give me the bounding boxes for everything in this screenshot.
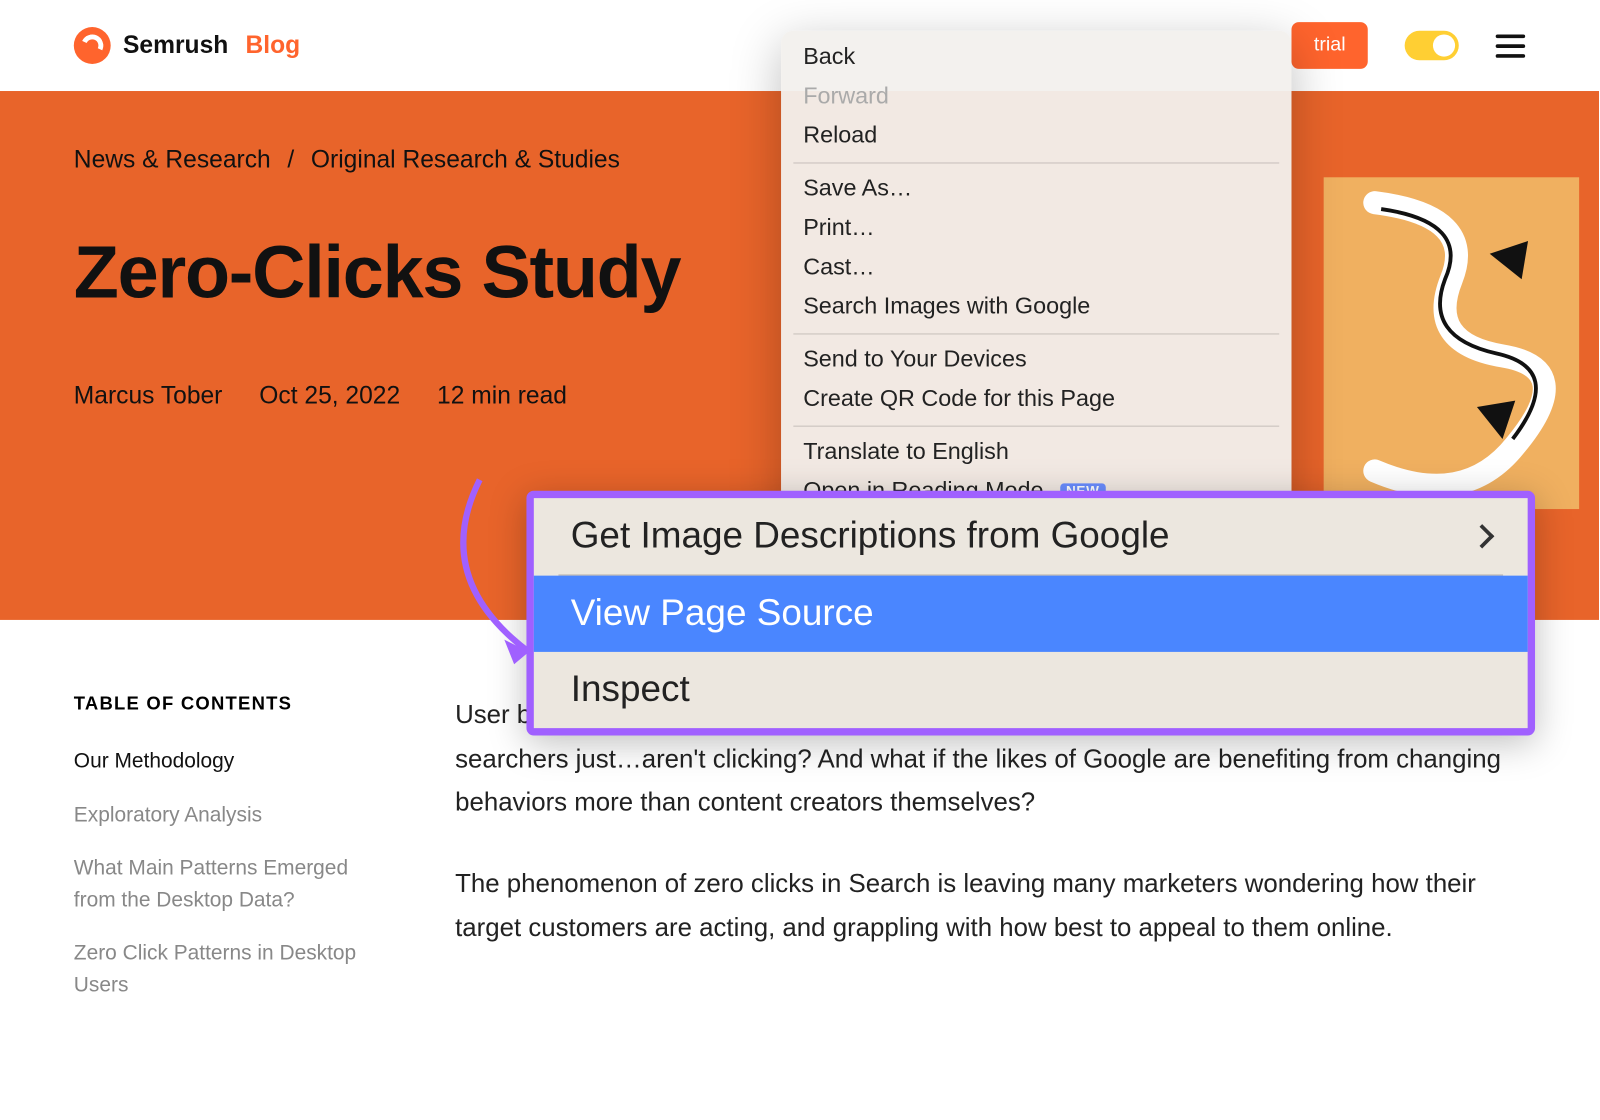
ctx-view-source-label: View Page Source: [571, 593, 874, 635]
toc-title: TABLE OF CONTENTS: [74, 694, 382, 715]
chevron-right-icon: [1470, 524, 1494, 548]
toc-item[interactable]: Zero Click Patterns in Desktop Users: [74, 937, 382, 1000]
toc-item[interactable]: Exploratory Analysis: [74, 799, 382, 830]
ctx-qr-code[interactable]: Create QR Code for this Page: [781, 380, 1291, 419]
ctx-inspect[interactable]: Inspect: [534, 652, 1528, 728]
ctx-separator: [793, 333, 1279, 334]
toc-item[interactable]: What Main Patterns Emerged from the Desk…: [74, 852, 382, 915]
menu-icon[interactable]: [1496, 34, 1526, 57]
publish-date: Oct 25, 2022: [259, 383, 400, 411]
ctx-image-descriptions[interactable]: Get Image Descriptions from Google: [534, 498, 1528, 574]
breadcrumb-item[interactable]: Original Research & Studies: [311, 146, 620, 173]
ctx-separator: [793, 162, 1279, 163]
semrush-icon: [74, 27, 111, 64]
ctx-back[interactable]: Back: [781, 38, 1291, 77]
read-time: 12 min read: [437, 383, 567, 411]
annotation-arrow-icon: [443, 467, 578, 688]
ctx-print[interactable]: Print…: [781, 209, 1291, 248]
theme-toggle[interactable]: [1405, 31, 1459, 61]
hero-illustration: [1304, 177, 1599, 509]
ctx-separator: [793, 426, 1279, 427]
breadcrumb-separator: /: [287, 146, 294, 173]
ctx-send-devices[interactable]: Send to Your Devices: [781, 341, 1291, 380]
trial-button[interactable]: trial: [1292, 22, 1368, 69]
author: Marcus Tober: [74, 383, 223, 411]
ctx-translate[interactable]: Translate to English: [781, 433, 1291, 472]
article-paragraph: The phenomenon of zero clicks in Search …: [455, 862, 1525, 950]
brand-name: Semrush: [123, 31, 228, 59]
brand-section: Blog: [246, 31, 301, 59]
highlight-panel: Get Image Descriptions from Google View …: [526, 491, 1535, 736]
ctx-search-images[interactable]: Search Images with Google: [781, 288, 1291, 327]
breadcrumb-item[interactable]: News & Research: [74, 146, 271, 173]
ctx-forward: Forward: [781, 77, 1291, 116]
brand-logo[interactable]: Semrush Blog: [74, 27, 300, 64]
ctx-reload[interactable]: Reload: [781, 117, 1291, 156]
ctx-image-desc-label: Get Image Descriptions from Google: [571, 515, 1170, 557]
table-of-contents: TABLE OF CONTENTS Our Methodology Explor…: [74, 694, 382, 1022]
toc-item[interactable]: Our Methodology: [74, 745, 382, 776]
ctx-inspect-label: Inspect: [571, 669, 690, 711]
article-body: User behaviors are tough to predict at t…: [455, 694, 1525, 1022]
context-menu: Back Forward Reload Save As… Print… Cast…: [781, 31, 1291, 519]
ctx-save-as[interactable]: Save As…: [781, 170, 1291, 209]
ctx-view-page-source[interactable]: View Page Source: [534, 576, 1528, 652]
ctx-cast[interactable]: Cast…: [781, 248, 1291, 287]
